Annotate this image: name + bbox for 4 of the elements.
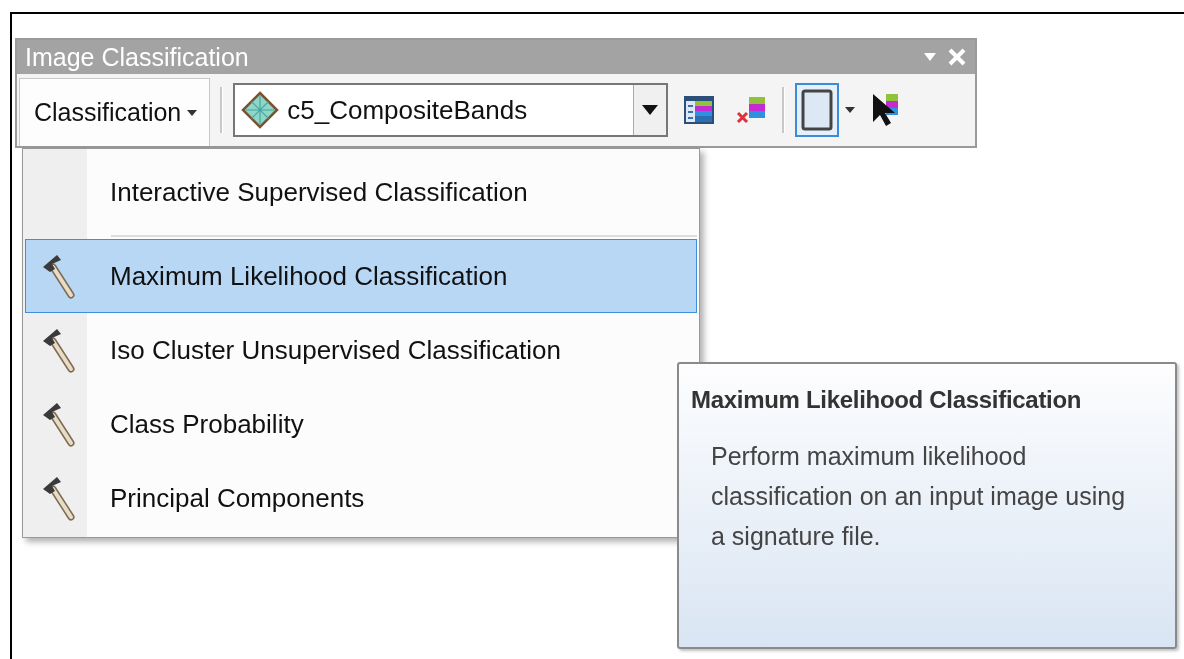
window-title: Image Classification xyxy=(25,42,250,72)
layer-name: c5_CompositeBands xyxy=(286,94,529,126)
tooltip-title: Maximum Likelihood Classification xyxy=(691,386,1083,414)
tooltip-description: Perform maximum likelihood classification on an input image using a signature file. xyxy=(711,441,1127,552)
